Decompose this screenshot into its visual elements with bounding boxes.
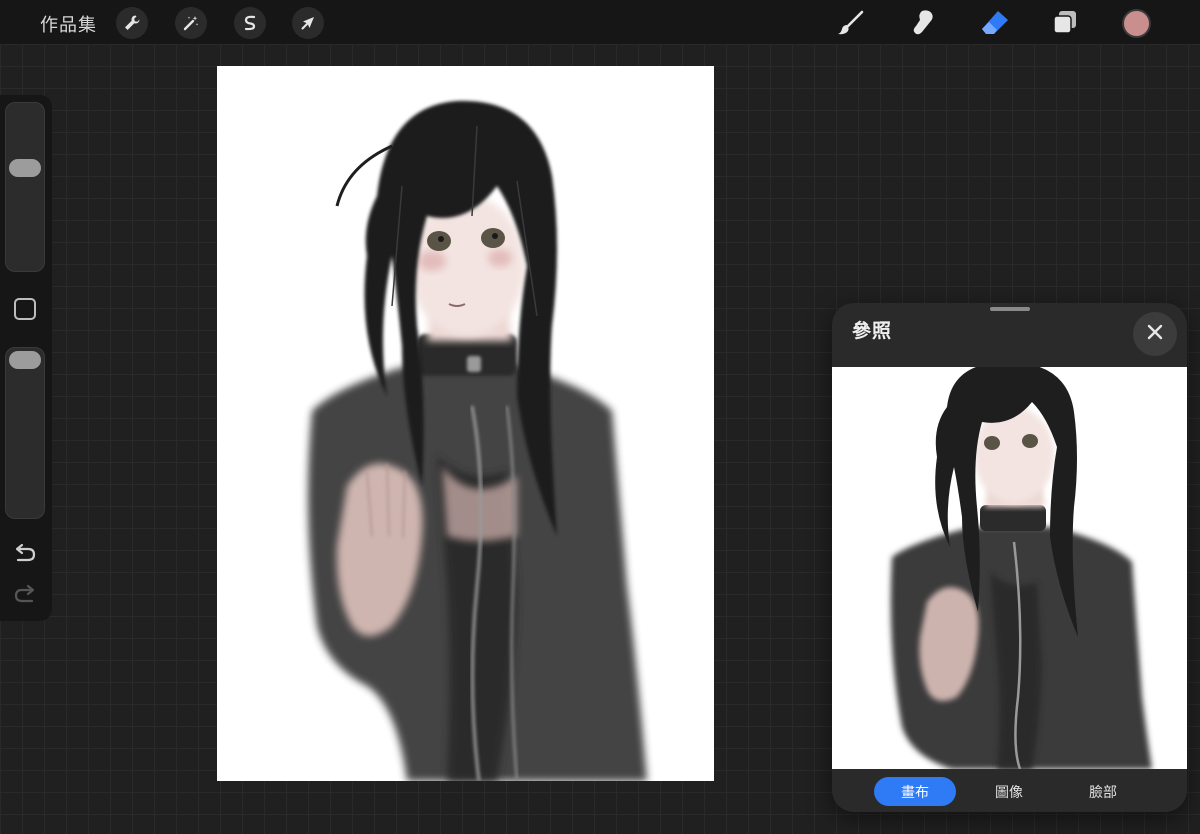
panel-drag-handle[interactable] xyxy=(990,307,1030,311)
reference-close-button[interactable] xyxy=(1133,312,1177,356)
brush-size-slider[interactable] xyxy=(5,102,45,272)
undo-icon[interactable] xyxy=(12,541,38,567)
brush-icon xyxy=(836,8,866,38)
brush-size-thumb[interactable] xyxy=(9,159,41,177)
smudge-tool-button[interactable] xyxy=(906,6,940,40)
reference-panel: 參照 畫布 圖像 臉部 xyxy=(832,303,1187,812)
reference-artwork-thumbnail xyxy=(890,367,1152,769)
transform-button[interactable] xyxy=(292,7,324,39)
drawing-canvas[interactable] xyxy=(217,66,714,781)
brush-opacity-thumb[interactable] xyxy=(9,351,41,369)
reference-title: 參照 xyxy=(852,320,893,342)
gallery-button[interactable]: 作品集 xyxy=(40,11,97,37)
left-sidebar xyxy=(0,95,52,621)
reference-tabs: 畫布 圖像 臉部 xyxy=(832,769,1187,812)
brush-opacity-slider[interactable] xyxy=(5,347,45,519)
magic-wand-icon xyxy=(182,14,200,32)
color-picker-button[interactable] xyxy=(1122,9,1151,38)
selection-button[interactable] xyxy=(234,7,266,39)
transform-arrow-icon xyxy=(299,14,317,32)
tab-canvas[interactable]: 畫布 xyxy=(874,777,956,806)
reference-preview xyxy=(832,367,1187,769)
top-toolbar: 作品集 xyxy=(0,0,1200,44)
selection-icon xyxy=(241,14,259,32)
smudge-icon xyxy=(908,8,938,38)
layers-icon xyxy=(1050,8,1080,38)
brush-tool-button[interactable] xyxy=(834,6,868,40)
adjustments-button[interactable] xyxy=(175,7,207,39)
eraser-tool-button[interactable] xyxy=(978,6,1012,40)
artwork-illustration xyxy=(308,100,647,781)
modify-square-icon[interactable] xyxy=(14,298,36,320)
layers-button[interactable] xyxy=(1048,6,1082,40)
wrench-icon xyxy=(123,14,141,32)
redo-icon[interactable] xyxy=(12,582,38,608)
actions-button[interactable] xyxy=(116,7,148,39)
close-icon xyxy=(1146,323,1164,345)
tab-face[interactable]: 臉部 xyxy=(1062,777,1144,806)
eraser-icon xyxy=(980,8,1010,38)
tab-image[interactable]: 圖像 xyxy=(968,777,1050,806)
